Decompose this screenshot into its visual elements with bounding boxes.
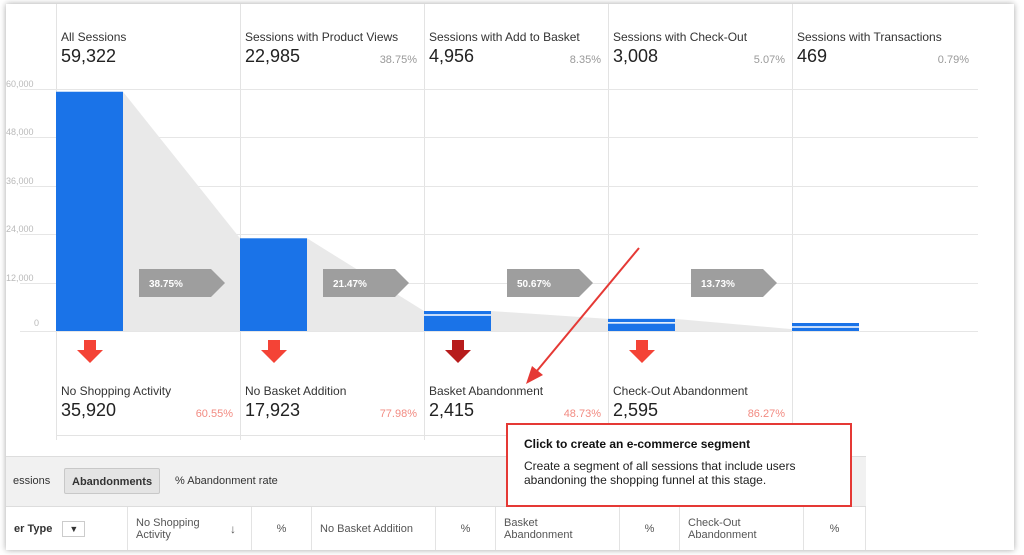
conversion-rate-chevron: 13.73%: [691, 269, 777, 297]
funnel-bar[interactable]: [240, 238, 307, 331]
stage-label: Sessions with Product Views: [245, 30, 399, 44]
column-header-type[interactable]: er Type ▼: [6, 507, 128, 550]
drop-off-arrow-icon[interactable]: [629, 340, 655, 363]
tab-abandonments[interactable]: Abandonments: [64, 468, 161, 494]
column-header-label: %: [829, 523, 840, 535]
stage-percent: 5.07%: [753, 54, 785, 66]
drop-off-arrow-icon[interactable]: [261, 340, 287, 363]
abandonment-check-out[interactable]: Check-Out Abandonment 2,595 86.27%: [613, 384, 787, 421]
tab-sessions[interactable]: essions: [6, 468, 57, 494]
abandonment-percent: 77.98%: [379, 408, 417, 420]
tooltip-body: Create a segment of all sessions that in…: [524, 459, 796, 487]
conversion-rate-chevron: 50.67%: [507, 269, 593, 297]
column-header-check-out[interactable]: Check-Out Abandonment: [680, 507, 804, 550]
funnel-bar[interactable]: [608, 318, 675, 331]
stage-add-to-basket[interactable]: Sessions with Add to Basket 4,956 8.35%: [429, 30, 607, 78]
column-header-pct[interactable]: %: [436, 507, 496, 550]
column-header-label: %: [460, 523, 471, 535]
stage-value: 59,322: [61, 46, 117, 66]
column-header-basket[interactable]: Basket Abandonment: [496, 507, 620, 550]
column-header-label: No Shopping Activity: [136, 517, 200, 541]
column-header-label: Basket Abandonment: [504, 517, 573, 541]
conversion-rate-chevron: 38.75%: [139, 269, 225, 297]
stage-label: Sessions with Transactions: [797, 30, 942, 44]
stage-label: Sessions with Add to Basket: [429, 30, 580, 44]
column-header-pct[interactable]: %: [252, 507, 312, 550]
segment-tooltip[interactable]: Click to create an e-commerce segment Cr…: [506, 423, 852, 507]
abandonment-percent: 48.73%: [563, 408, 601, 420]
stage-label: Sessions with Check-Out: [613, 30, 748, 44]
stage-percent: 0.79%: [937, 54, 969, 66]
sort-down-icon[interactable]: ↓: [230, 522, 236, 536]
drop-off-arrow-icon[interactable]: [445, 340, 471, 363]
abandonment-label: No Basket Addition: [245, 384, 347, 398]
abandonment-basket[interactable]: Basket Abandonment 2,415 48.73%: [429, 384, 603, 421]
column-header-label: No Basket Addition: [320, 523, 413, 535]
stage-check-out[interactable]: Sessions with Check-Out 3,008 5.07%: [613, 30, 791, 78]
conversion-rate-label: 38.75%: [149, 279, 183, 290]
funnel-shade-segment: [491, 311, 608, 331]
conversion-rate-label: 13.73%: [701, 279, 735, 290]
column-header-no-basket[interactable]: No Basket Addition: [312, 507, 436, 550]
data-table-header: er Type ▼ No Shopping Activity ↓ % No Ba…: [6, 506, 866, 550]
column-header-label: Check-Out Abandonment: [688, 517, 757, 541]
funnel-bar[interactable]: [56, 91, 123, 332]
tab-abandonment-rate[interactable]: % Abandonment rate: [168, 468, 285, 494]
dropdown-icon[interactable]: ▼: [62, 521, 86, 537]
funnel-report: 60,000 48,000 36,000 24,000 12,000 0 38.…: [6, 4, 1014, 550]
abandonment-label: Basket Abandonment: [429, 384, 544, 398]
conversion-rate-label: 50.67%: [517, 279, 551, 290]
stage-percent: 8.35%: [569, 54, 601, 66]
drop-off-arrow-icon[interactable]: [77, 340, 103, 363]
stage-transactions[interactable]: Sessions with Transactions 469 0.79%: [797, 30, 975, 78]
tooltip-title: Click to create an e-commerce segment: [524, 437, 751, 451]
abandonment-percent: 86.27%: [747, 408, 785, 420]
stage-percent: 38.75%: [379, 54, 417, 66]
conversion-rate-label: 21.47%: [333, 279, 367, 290]
stage-product-views[interactable]: Sessions with Product Views 22,985 38.75…: [245, 30, 423, 78]
column-header-label: er Type: [14, 523, 53, 535]
abandonment-label: Check-Out Abandonment: [613, 384, 748, 398]
abandonment-percent: 60.55%: [195, 408, 233, 420]
abandonment-no-shopping[interactable]: No Shopping Activity 35,920 60.55%: [61, 384, 235, 421]
stage-label: All Sessions: [61, 30, 127, 44]
column-header-no-shopping[interactable]: No Shopping Activity ↓: [128, 507, 252, 550]
funnel-shade-segment: [675, 318, 792, 331]
column-header-pct[interactable]: %: [804, 507, 866, 550]
column-header-pct[interactable]: %: [620, 507, 680, 550]
stage-all-sessions[interactable]: All Sessions 59,322: [61, 30, 239, 78]
funnel-bar[interactable]: [424, 311, 491, 331]
abandonment-no-basket[interactable]: No Basket Addition 17,923 77.98%: [245, 384, 419, 421]
column-header-label: %: [644, 523, 655, 535]
conversion-rate-chevron: 21.47%: [323, 269, 409, 297]
abandonment-label: No Shopping Activity: [61, 384, 172, 398]
column-header-label: %: [276, 523, 287, 535]
